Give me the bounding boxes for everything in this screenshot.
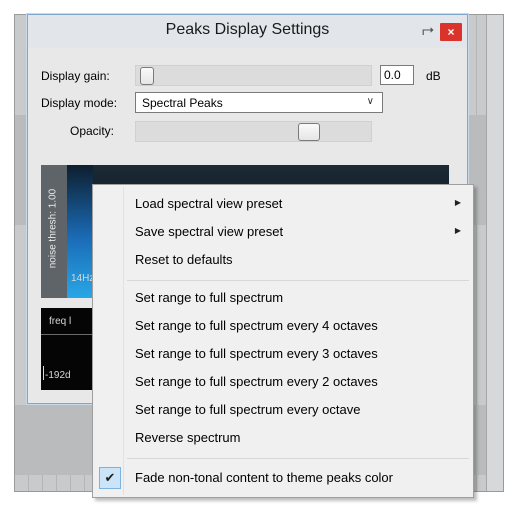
menu-item-full-spectrum-4-octaves[interactable]: Set range to full spectrum every 4 octav… — [95, 313, 471, 339]
frequency-panel[interactable]: freq l -192d — [41, 308, 93, 390]
display-gain-slider[interactable] — [135, 65, 372, 86]
menu-item-label: Load spectral view preset — [135, 196, 283, 211]
opacity-slider-thumb[interactable] — [298, 123, 320, 141]
menu-item-label: Set range to full spectrum every 4 octav… — [135, 318, 378, 333]
menu-item-label: Set range to full spectrum every octave — [135, 402, 361, 417]
menu-item-label: Save spectral view preset — [135, 224, 284, 239]
arrange-scrollbar[interactable] — [486, 15, 503, 491]
submenu-arrow-icon: ▶ — [454, 226, 461, 235]
menu-item-full-spectrum-2-octaves[interactable]: Set range to full spectrum every 2 octav… — [95, 369, 471, 395]
window-title: Peaks Display Settings — [165, 21, 330, 38]
menu-item-label: Set range to full spectrum — [135, 290, 284, 305]
close-button[interactable]: × — [440, 23, 462, 41]
menu-item-label: Set range to full spectrum every 3 octav… — [135, 346, 378, 361]
gain-unit-label: dB — [426, 69, 441, 83]
display-gain-slider-thumb[interactable] — [140, 67, 154, 85]
menu-separator — [127, 280, 469, 281]
menu-item-full-spectrum-octave[interactable]: Set range to full spectrum every octave — [95, 397, 471, 423]
menu-item-full-spectrum[interactable]: Set range to full spectrum — [95, 285, 471, 311]
menu-item-reverse-spectrum[interactable]: Reverse spectrum — [95, 425, 471, 451]
opacity-label: Opacity: — [70, 124, 115, 138]
opacity-slider[interactable] — [135, 121, 372, 142]
noise-threshold-label: noise thresh: 1.00 — [47, 188, 59, 269]
db-tick — [43, 366, 44, 380]
menu-item-fade-non-tonal[interactable]: ✔ Fade non-tonal content to theme peaks … — [95, 465, 471, 491]
menu-item-full-spectrum-3-octaves[interactable]: Set range to full spectrum every 3 octav… — [95, 341, 471, 367]
spectral-context-menu: Load spectral view preset ▶ Save spectra… — [92, 184, 474, 498]
checkmark-icon: ✔ — [99, 467, 121, 489]
db-floor-label: -192d — [45, 370, 71, 381]
display-mode-select[interactable]: Spectral Peaks ∨ — [135, 92, 383, 113]
menu-item-label: Set range to full spectrum every 2 octav… — [135, 374, 378, 389]
submenu-arrow-icon: ▶ — [454, 198, 461, 207]
display-mode-label: Display mode: — [41, 96, 118, 110]
min-frequency-label: 14Hz — [71, 273, 95, 284]
pin-icon[interactable]: ⮣ — [419, 21, 437, 39]
menu-item-label: Reverse spectrum — [135, 430, 241, 445]
divider — [41, 334, 93, 335]
menu-item-reset-defaults[interactable]: Reset to defaults — [95, 247, 471, 273]
display-gain-input[interactable]: 0.0 — [380, 65, 414, 85]
menu-item-label: Reset to defaults — [135, 252, 233, 267]
noise-threshold-strip[interactable]: noise thresh: 1.00 — [41, 165, 67, 298]
menu-item-save-preset[interactable]: Save spectral view preset ▶ — [95, 219, 471, 245]
frequency-label: freq l — [49, 316, 72, 327]
chevron-down-icon: ∨ — [366, 96, 374, 107]
display-gain-label: Display gain: — [41, 69, 110, 83]
menu-item-label: Fade non-tonal content to theme peaks co… — [135, 470, 393, 485]
menu-separator — [127, 458, 469, 459]
menu-item-load-preset[interactable]: Load spectral view preset ▶ — [95, 191, 471, 217]
title-bar[interactable]: Peaks Display Settings ⮣ × — [28, 15, 467, 48]
display-mode-value: Spectral Peaks — [142, 96, 223, 110]
